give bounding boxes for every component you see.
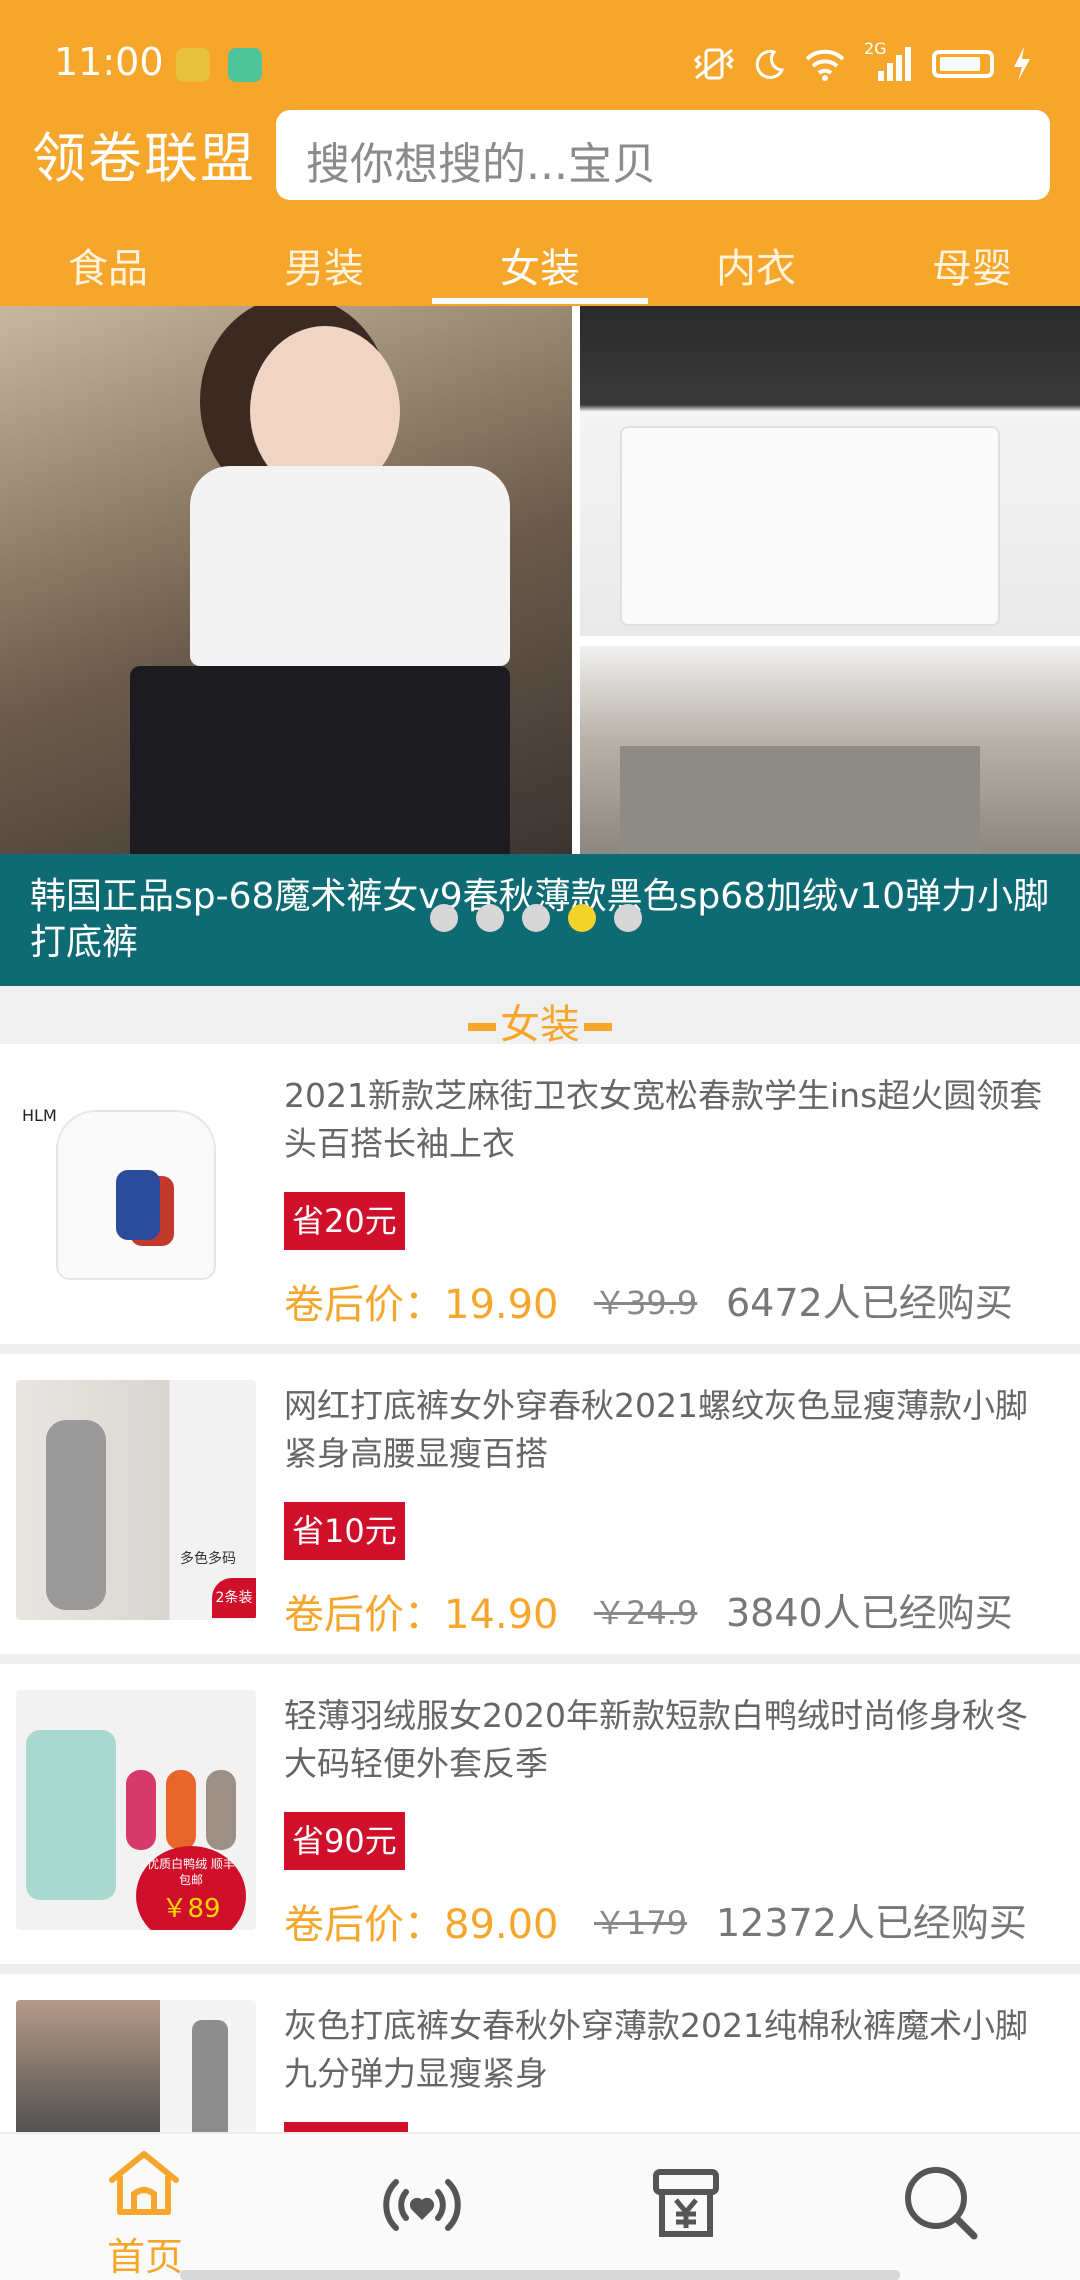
original-price: ￥179 [594, 1904, 688, 1942]
thumb-color-label: 多色多码 [180, 1551, 236, 1567]
jacket-image [26, 1730, 116, 1900]
sold-count: 3840人已经购买 [726, 1591, 1013, 1635]
model-image [16, 2000, 160, 2132]
search-input[interactable]: 搜你想搜的...宝贝 [276, 110, 1050, 200]
upload-notification-icon [228, 48, 262, 82]
app-title: 领卷联盟 [32, 127, 256, 190]
section-title-text: 女装 [500, 1002, 580, 1048]
search-placeholder: 搜你想搜的...宝贝 [306, 139, 656, 190]
banner-grey-skirt [620, 746, 980, 854]
active-tab-indicator [432, 298, 648, 304]
coupon-badge: 省90元 [284, 1812, 405, 1870]
wifi-icon [805, 49, 845, 81]
signal-indicator: 2G [864, 39, 914, 83]
jacket-pink [126, 1770, 156, 1850]
coupon-badge: 省20元 [284, 1192, 405, 1250]
thumb-promo-text: 优质白鸭绒 顺丰包邮 [147, 1857, 235, 1887]
list-divider [0, 1654, 1080, 1664]
leggings-image [192, 2020, 228, 2132]
jacket-grey [206, 1770, 236, 1850]
banner-dot-active[interactable] [568, 904, 596, 932]
nav-coupon[interactable] [560, 2134, 830, 2280]
thumb-brand-logo: HLM [22, 1106, 57, 1125]
banner-model-skirt [130, 666, 510, 854]
status-time: 11:00 [54, 40, 164, 84]
promo-banner[interactable]: 韩国正品sp-68魔术裤女v9春秋薄款黑色sp68加绒v10弹力小脚打底裤 [0, 306, 1080, 986]
status-bar: 11:00 2G [0, 0, 1080, 100]
product-title: 网红打底裤女外穿春秋2021螺纹灰色显瘦薄款小脚紧身高腰显瘦百搭 [284, 1386, 1028, 1473]
section-dash-right [584, 1023, 612, 1031]
banner-pagination [430, 904, 642, 932]
coupon-price: 卷后价：14.90 [284, 1592, 559, 1638]
price-circle: 优质白鸭绒 顺丰包邮 ￥89 [136, 1846, 246, 1930]
product-title: 灰色打底裤女春秋外穿薄款2021纯棉秋裤魔术小脚九分弹力显瘦紧身 [284, 2006, 1028, 2093]
nav-search[interactable] [810, 2134, 1080, 2280]
tab-maternity[interactable]: 母婴 [864, 236, 1080, 294]
product-thumbnail [16, 2000, 256, 2132]
sold-count: 12372人已经购买 [716, 1901, 1027, 1945]
home-icon [109, 2151, 179, 2215]
tab-womenswear[interactable]: 女装 [432, 236, 648, 294]
product-thumbnail: HLM [16, 1070, 256, 1310]
home-indicator [180, 2270, 900, 2280]
charging-icon [1014, 47, 1030, 81]
sold-count: 6472人已经购买 [726, 1281, 1013, 1325]
broadcast-heart-icon [383, 2179, 461, 2231]
sweatshirt-print [116, 1170, 160, 1240]
product-item[interactable]: 灰色打底裤女春秋外穿薄款2021纯棉秋裤魔术小脚九分弹力显瘦紧身 [0, 1974, 1080, 2132]
original-price: ￥39.9 [594, 1284, 698, 1322]
product-item[interactable]: 多色多码 2条装 网红打底裤女外穿春秋2021螺纹灰色显瘦薄款小脚紧身高腰显瘦百… [0, 1354, 1080, 1654]
tab-menswear[interactable]: 男装 [216, 236, 432, 294]
signal-icon [878, 47, 911, 81]
nav-live[interactable] [290, 2134, 560, 2280]
leggings-image [46, 1420, 106, 1610]
thumb-badge: 2条装 [212, 1578, 256, 1618]
original-price: ￥24.9 [594, 1594, 698, 1632]
app-header: 11:00 2G 领卷联盟 搜你想搜的...宝贝 食品 男装 女装 内衣 母婴 [0, 0, 1080, 306]
product-item[interactable]: HLM 2021新款芝麻街卫衣女宽松春款学生ins超火圆领套头百搭长袖上衣 省2… [0, 1044, 1080, 1344]
section-title: 女装 [0, 992, 1080, 1050]
jacket-orange [166, 1770, 196, 1850]
product-thumbnail: 优质白鸭绒 顺丰包邮 ￥89 [16, 1690, 256, 1930]
banner-dot[interactable] [522, 904, 550, 932]
list-divider [0, 1964, 1080, 1974]
battery-icon [932, 50, 994, 78]
yen-box-icon [653, 2169, 719, 2237]
coupon-price: 卷后价：19.90 [284, 1282, 559, 1328]
list-divider [0, 1344, 1080, 1354]
category-tabs: 食品 男装 女装 内衣 母婴 [0, 226, 1080, 306]
tab-underwear[interactable]: 内衣 [648, 236, 864, 294]
coupon-price: 卷后价：89.00 [284, 1902, 559, 1948]
product-thumbnail: 多色多码 2条装 [16, 1380, 256, 1620]
status-icons: 2G [692, 39, 1032, 84]
nav-home[interactable]: 首页 [30, 2134, 300, 2280]
vibrate-icon [693, 48, 735, 80]
product-title: 轻薄羽绒服女2020年新款短款白鸭绒时尚修身秋冬大码轻便外套反季 [284, 1696, 1028, 1783]
tools-notification-icon [176, 48, 210, 82]
coupon-badge: 省10元 [284, 1502, 405, 1560]
product-title: 2021新款芝麻街卫衣女宽松春款学生ins超火圆领套头百搭长袖上衣 [284, 1076, 1043, 1163]
banner-model-shirt [190, 466, 510, 666]
product-item[interactable]: 优质白鸭绒 顺丰包邮 ￥89 轻薄羽绒服女2020年新款短款白鸭绒时尚修身秋冬大… [0, 1664, 1080, 1964]
moon-icon [755, 49, 785, 79]
banner-white-skirt [620, 426, 1000, 626]
section-header: 女装 [0, 986, 1080, 1048]
bottom-navigation: 首页 [0, 2132, 1080, 2280]
thumb-promo-price: ￥89 [161, 1894, 221, 1924]
banner-dot[interactable] [476, 904, 504, 932]
search-icon [905, 2167, 978, 2240]
banner-dot[interactable] [430, 904, 458, 932]
section-dash-left [468, 1023, 496, 1031]
tab-food[interactable]: 食品 [0, 236, 216, 294]
banner-dot[interactable] [614, 904, 642, 932]
coupon-badge [284, 2122, 408, 2132]
